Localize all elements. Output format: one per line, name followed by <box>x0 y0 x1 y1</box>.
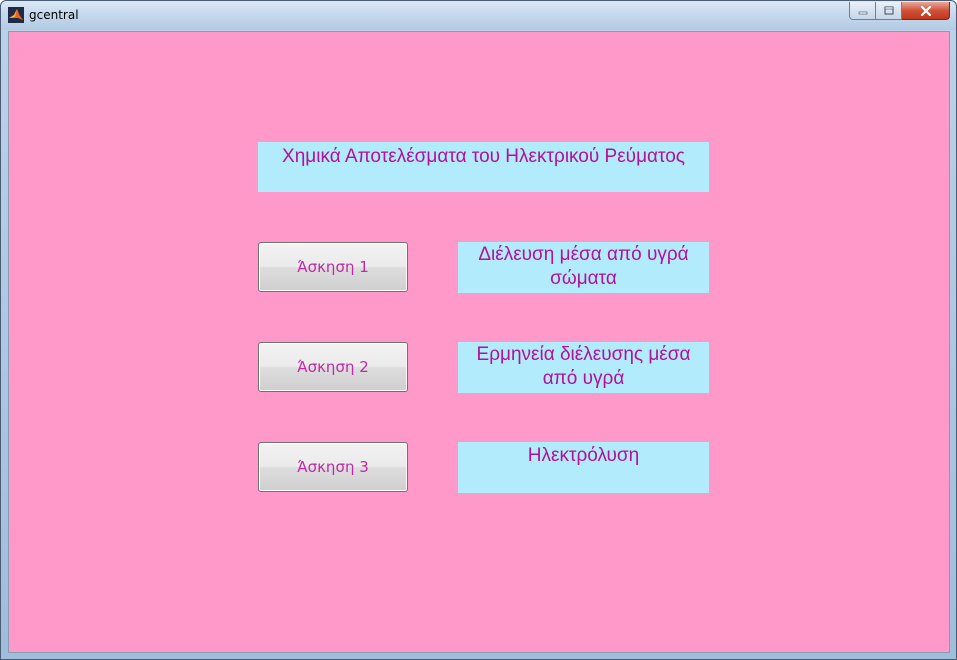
matlab-icon <box>8 7 24 23</box>
exercise-2-description: Ερμηνεία διέλευσης μέσα από υγρά <box>458 342 709 393</box>
close-button[interactable] <box>902 2 950 20</box>
minimize-icon <box>858 11 867 14</box>
minimize-button[interactable] <box>849 2 876 20</box>
exercise-3-button[interactable]: Άσκηση 3 <box>258 442 408 492</box>
figure-canvas: Χημικά Αποτελέσματα του Ηλεκτρικού Ρεύμα… <box>8 31 950 653</box>
window-title: gcentral <box>29 8 79 22</box>
maximize-icon <box>884 6 893 15</box>
exercise-1-button[interactable]: Άσκηση 1 <box>258 242 408 292</box>
app-window: gcentral Χημικά Αποτελέσματα του Ηλεκτρι… <box>0 0 957 660</box>
exercise-3-description: Ηλεκτρόλυση <box>458 442 709 493</box>
maximize-button[interactable] <box>876 2 902 20</box>
exercise-2-button[interactable]: Άσκηση 2 <box>258 342 408 392</box>
page-title: Χημικά Αποτελέσματα του Ηλεκτρικού Ρεύμα… <box>258 142 709 192</box>
exercise-1-description: Διέλευση μέσα από υγρά σώματα <box>458 242 709 293</box>
title-bar[interactable]: gcentral <box>1 1 956 30</box>
close-icon <box>920 5 931 16</box>
